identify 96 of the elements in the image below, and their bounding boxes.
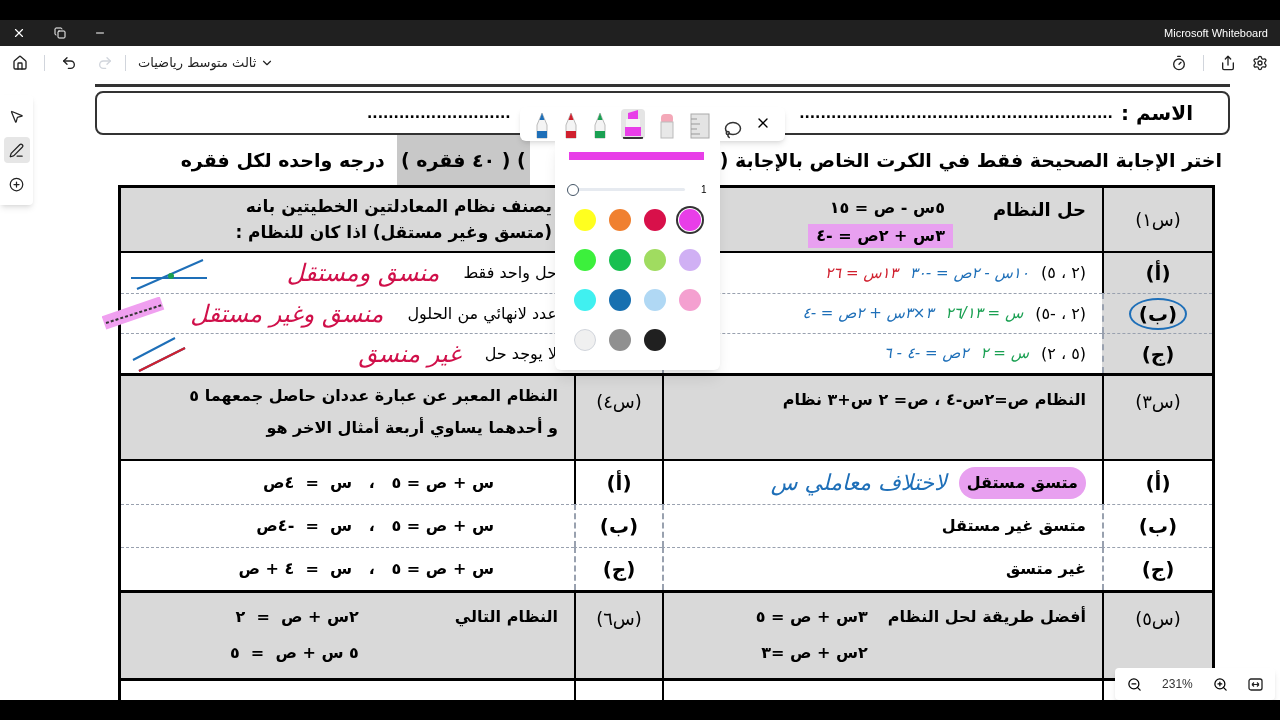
zoom-in-icon[interactable] bbox=[1212, 676, 1228, 692]
equation: ٥س - ص = ١٥ bbox=[828, 197, 946, 219]
share-icon[interactable] bbox=[1220, 55, 1236, 71]
pen-icon[interactable] bbox=[563, 111, 580, 139]
question-text: النظام المعبر عن عبارة عددان حاصل جمعهما ٥ bbox=[188, 385, 558, 407]
instruction-text: ) ( ٤٠ فقره ) bbox=[396, 135, 530, 185]
color-swatch[interactable] bbox=[608, 329, 631, 351]
handwritten-note: لاختلاف معاملي س bbox=[770, 469, 947, 498]
pen-icon[interactable] bbox=[534, 111, 551, 139]
slider-thumb[interactable] bbox=[567, 183, 579, 196]
undo-icon[interactable] bbox=[61, 55, 77, 71]
color-swatch[interactable] bbox=[644, 329, 667, 351]
option-label: (ب) bbox=[1128, 297, 1188, 330]
option-text: (٢ ، ٥) bbox=[1040, 262, 1086, 284]
color-swatch[interactable] bbox=[608, 209, 631, 231]
home-icon[interactable] bbox=[12, 55, 28, 71]
color-swatch[interactable] bbox=[573, 289, 596, 311]
timer-icon[interactable] bbox=[1171, 55, 1187, 71]
color-swatch[interactable] bbox=[679, 249, 702, 271]
board-name-dropdown[interactable]: ثالث متوسط رياضيات bbox=[138, 53, 275, 73]
equation: ٢س + ص = ٢ bbox=[234, 606, 359, 628]
question-label: (س١) bbox=[1135, 207, 1181, 232]
option-text: (٢ ، -٥) bbox=[1035, 302, 1086, 325]
option-text: س + ص = ٥ ، س = ٤ص bbox=[262, 471, 494, 494]
zoom-out-icon[interactable] bbox=[1127, 676, 1142, 692]
question-label: (س٤) bbox=[596, 390, 642, 414]
color-swatch[interactable] bbox=[608, 289, 631, 311]
handwritten-note: ٢ص = -٤ - ٦ bbox=[883, 343, 969, 365]
restore-icon[interactable] bbox=[54, 27, 66, 39]
question-label: (س٦) bbox=[596, 607, 642, 631]
pen-icon[interactable] bbox=[592, 111, 609, 139]
name-dots: ........................... bbox=[367, 104, 511, 123]
handwritten-note: ١٠س - ٢ص = -٣٠ bbox=[909, 262, 1029, 284]
size-slider[interactable] bbox=[567, 183, 685, 196]
option-text: عدد لانهائي من الحلول bbox=[407, 302, 557, 326]
equation: ٢س + ص =٣ bbox=[760, 642, 868, 664]
color-swatch[interactable] bbox=[679, 289, 702, 311]
question-text: أفضل طريقة لحل النظام bbox=[887, 605, 1086, 628]
option-text: س + ص = ٥ ، س = -٤ص bbox=[256, 515, 494, 537]
equation: ٣س + ٢ص = -٤ bbox=[808, 224, 953, 248]
color-swatch[interactable] bbox=[608, 249, 631, 271]
question-label: (س٥) bbox=[1135, 607, 1181, 631]
color-swatch[interactable] bbox=[679, 209, 702, 231]
option-label: (ج) bbox=[1140, 556, 1176, 583]
option-label: (ب) bbox=[1137, 513, 1179, 540]
option-text: لا يوجد حل bbox=[484, 342, 557, 365]
question-text: النظام ص=٢س-٤ ، ص= ٢ س+٣ نظام bbox=[782, 390, 1086, 409]
plus-icon bbox=[9, 176, 24, 192]
handwritten-note: غير منسق bbox=[358, 338, 461, 370]
instruction-text: اختر الإجابة الصحيحة فقط في الكرت الخاص بالإجابة ( bbox=[719, 147, 1222, 174]
size-value: 1 bbox=[701, 183, 707, 197]
color-swatch[interactable] bbox=[644, 289, 667, 311]
question-text: (متسق وغير مستقل) اذا كان للنظام : bbox=[234, 220, 552, 245]
equation: ٥ س + ص = ٥ bbox=[229, 642, 359, 664]
option-label: (أ) bbox=[1144, 259, 1172, 287]
color-swatch[interactable] bbox=[573, 209, 596, 231]
option-label: (ب) bbox=[598, 513, 640, 540]
fit-to-screen-icon[interactable] bbox=[1248, 677, 1263, 691]
handwritten-note: س = ٢ bbox=[980, 343, 1029, 365]
option-text: متسق غير مستقل bbox=[941, 515, 1086, 537]
settings-icon[interactable] bbox=[1252, 55, 1268, 71]
option-label: (ج) bbox=[1140, 340, 1176, 368]
question-text: يصنف نظام المعادلتين الخطيتين بانه bbox=[244, 195, 552, 219]
pen-icon bbox=[9, 142, 24, 158]
option-text: غير متسق bbox=[1005, 558, 1086, 580]
option-text: س + ص = ٥ ، س = ٤ + ص bbox=[238, 558, 494, 580]
highlighter-icon[interactable] bbox=[621, 109, 646, 139]
handwritten-note: س = ٢٦/١٣ bbox=[945, 303, 1024, 325]
option-text: متسق مستقل bbox=[958, 466, 1086, 499]
handwritten-note: ١٣س = ٢٦ bbox=[825, 262, 898, 284]
close-icon[interactable] bbox=[12, 26, 26, 40]
option-label: (ج) bbox=[601, 556, 637, 583]
option-text: حل واحد فقط bbox=[463, 262, 557, 285]
zoom-value: 231% bbox=[1162, 676, 1193, 693]
question-text: النظام التالي bbox=[454, 606, 558, 629]
pointer-icon bbox=[9, 108, 24, 124]
instruction-text: درجه واحده لكل فقره bbox=[180, 147, 385, 174]
lasso-icon[interactable] bbox=[723, 121, 742, 139]
app-title: Microsoft Whiteboard bbox=[1164, 25, 1268, 41]
color-swatch[interactable] bbox=[573, 249, 596, 271]
question-text: حل النظام bbox=[992, 198, 1086, 222]
pen-tool-button[interactable] bbox=[3, 137, 30, 163]
name-dots: ........................................................... bbox=[799, 104, 1113, 123]
question-label: (س٣) bbox=[1135, 390, 1181, 414]
handwritten-note: منسق وغير مستقل bbox=[190, 298, 384, 330]
option-label: (أ) bbox=[605, 469, 633, 497]
handwritten-note: منسق ومستقل bbox=[286, 258, 440, 289]
equation: ٣س + ص = ٥ bbox=[755, 606, 868, 628]
color-swatch[interactable] bbox=[644, 209, 667, 231]
name-label: الاسم : bbox=[1120, 100, 1193, 127]
handwritten-note: ٣×٣س + ٢ص = -٤ bbox=[802, 303, 934, 325]
color-swatch[interactable] bbox=[573, 329, 596, 351]
color-swatch[interactable] bbox=[644, 249, 667, 271]
option-label: (أ) bbox=[1144, 469, 1172, 497]
option-text: (٥ ، ٢) bbox=[1040, 342, 1086, 365]
question-text: و أحدهما يساوي أربعة أمثال الاخر هو bbox=[264, 416, 558, 440]
